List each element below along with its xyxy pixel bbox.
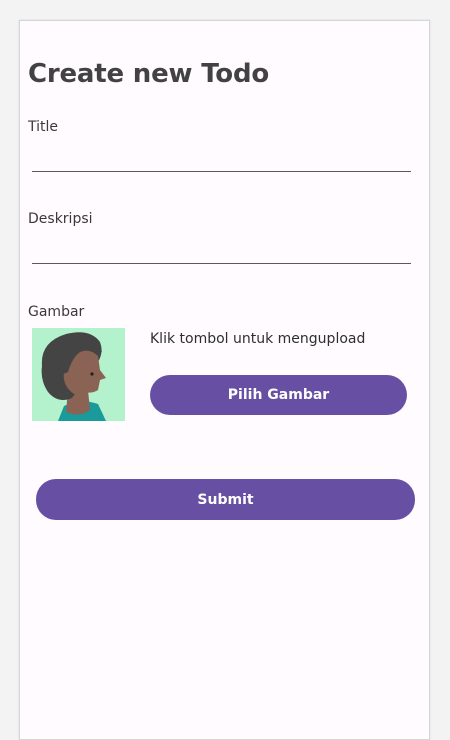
pick-image-button[interactable]: Pilih Gambar <box>150 375 407 415</box>
avatar-placeholder-icon <box>32 328 125 421</box>
page-title: Create new Todo <box>28 59 270 89</box>
image-label: Gambar <box>28 304 85 320</box>
description-label: Deskripsi <box>28 211 93 227</box>
image-preview <box>32 328 125 421</box>
title-input[interactable] <box>32 136 411 172</box>
submit-button[interactable]: Submit <box>36 479 415 520</box>
description-input[interactable] <box>32 228 411 264</box>
title-label: Title <box>28 119 59 135</box>
app-screen: Create new Todo Title Deskripsi Gambar K… <box>19 20 430 740</box>
image-hint-text: Klik tombol untuk mengupload <box>150 331 366 347</box>
